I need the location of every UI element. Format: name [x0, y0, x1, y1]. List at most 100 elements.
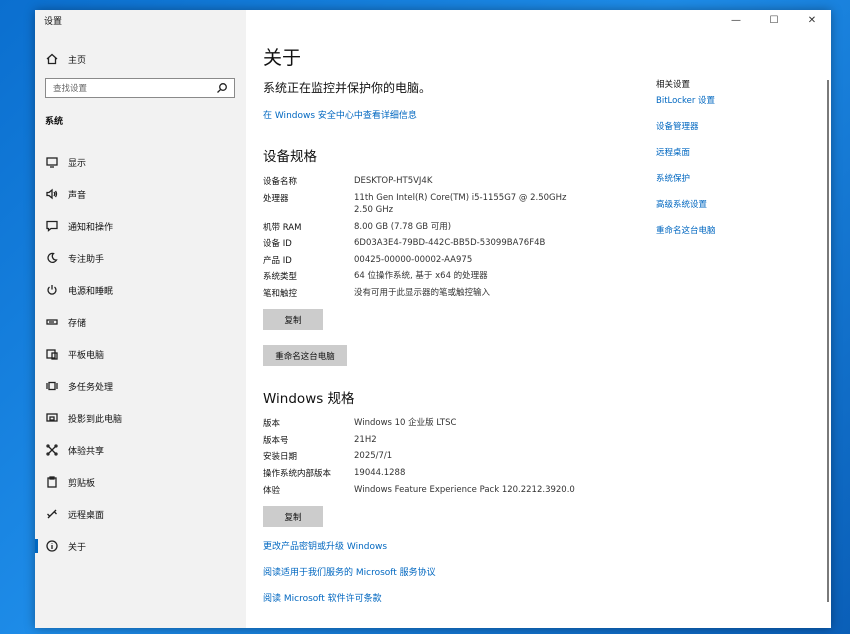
windows-specs-heading: Windows 规格 [263, 391, 355, 407]
copy-device-specs-button[interactable]: 复制 [263, 309, 323, 330]
search-input[interactable]: 查找设置 [45, 78, 235, 98]
license-terms-link[interactable]: 阅读 Microsoft 软件许可条款 [263, 591, 382, 604]
spec-value: 19044.1288 [354, 468, 406, 478]
sidebar-item-project[interactable]: 投影到此电脑 [35, 402, 246, 434]
sidebar-item-label: 通知和操作 [68, 222, 114, 233]
power-icon [45, 283, 59, 297]
spec-key: 版本号 [263, 436, 289, 446]
spec-key: 产品 ID [263, 256, 292, 266]
sidebar-item-label: 多任务处理 [68, 382, 114, 393]
search-placeholder: 查找设置 [53, 84, 88, 94]
rename-pc-button[interactable]: 重命名这台电脑 [263, 345, 347, 366]
maximize-button[interactable]: ☐ [755, 10, 793, 30]
advanced-system-settings-link[interactable]: 高级系统设置 [656, 198, 707, 210]
settings-window: 设置 主页 查找设置 系统 显示 声音 通知和操作 专注助手 电源和睡眠 存储 … [35, 10, 831, 628]
sidebar-item-sound[interactable]: 声音 [35, 178, 246, 210]
spec-key: 版本 [263, 419, 281, 429]
sidebar-item-label: 平板电脑 [68, 350, 105, 361]
sidebar-item-label: 电源和睡眠 [68, 286, 114, 297]
close-button[interactable]: ✕ [793, 10, 831, 30]
spec-key: 操作系统内部版本 [263, 469, 332, 479]
window-controls: — ☐ ✕ [717, 10, 831, 30]
remote-desktop-link[interactable]: 远程桌面 [656, 146, 690, 158]
related-settings-heading: 相关设置 [656, 80, 691, 90]
display-icon [45, 155, 59, 169]
sidebar-item-label: 声音 [68, 190, 87, 201]
service-agreement-link[interactable]: 阅读适用于我们服务的 Microsoft 服务协议 [263, 565, 436, 578]
device-specs-heading: 设备规格 [263, 149, 317, 165]
sidebar-item-remote-desktop[interactable]: 远程桌面 [35, 498, 246, 530]
spec-key: 设备名称 [263, 177, 298, 187]
spec-key: 安装日期 [263, 452, 298, 462]
share-icon [45, 443, 59, 457]
sidebar-item-label: 投影到此电脑 [68, 414, 123, 425]
spec-value: 21H2 [354, 435, 377, 445]
sidebar-item-storage[interactable]: 存储 [35, 306, 246, 338]
change-product-key-link[interactable]: 更改产品密钥或升级 Windows [263, 539, 387, 552]
sidebar-item-label: 剪贴板 [68, 478, 96, 489]
moon-icon [45, 251, 59, 265]
minimize-button[interactable]: — [717, 10, 755, 30]
spec-key: 笔和触控 [263, 289, 298, 299]
notification-icon [45, 219, 59, 233]
sidebar-item-tablet[interactable]: 平板电脑 [35, 338, 246, 370]
spec-value: 2025/7/1 [354, 451, 393, 461]
sidebar-item-label: 专注助手 [68, 254, 105, 265]
spec-value: 6D03A3E4-79BD-442C-BB5D-53099BA76F4B [354, 238, 546, 248]
clipboard-icon [45, 475, 59, 489]
remote-icon [45, 507, 59, 521]
window-title: 设置 [44, 17, 63, 27]
sidebar-item-label: 存储 [68, 318, 87, 329]
search-icon[interactable] [215, 81, 229, 95]
sidebar-item-display[interactable]: 显示 [35, 146, 246, 178]
spec-key: 体验 [263, 486, 281, 496]
spec-value-line2: 2.50 GHz [354, 205, 394, 215]
spec-value: 8.00 GB (7.78 GB 可用) [354, 222, 452, 232]
spec-key: 设备 ID [263, 239, 292, 249]
page-title: 关于 [263, 47, 302, 69]
spec-value: 没有可用于此显示器的笔或触控输入 [354, 288, 491, 298]
spec-key: 系统类型 [263, 272, 298, 282]
sidebar-item-notifications[interactable]: 通知和操作 [35, 210, 246, 242]
bitlocker-settings-link[interactable]: BitLocker 设置 [656, 94, 715, 106]
sidebar-item-label: 关于 [68, 542, 87, 553]
home-icon [45, 52, 59, 66]
multitask-icon [45, 379, 59, 393]
spec-key: 处理器 [263, 194, 289, 204]
project-icon [45, 411, 59, 425]
spec-value: 00425-00000-00002-AA975 [354, 255, 473, 265]
sidebar-item-about[interactable]: 关于 [35, 530, 246, 562]
sound-icon [45, 187, 59, 201]
spec-value: 11th Gen Intel(R) Core(TM) i5-1155G7 @ 2… [354, 193, 567, 203]
spec-value: Windows 10 企业版 LTSC [354, 418, 457, 428]
main-content: 关于 系统正在监控并保护你的电脑。 在 Windows 安全中心中查看详细信息 … [263, 10, 663, 628]
sidebar-item-label: 体验共享 [68, 446, 105, 457]
sidebar-item-focus-assist[interactable]: 专注助手 [35, 242, 246, 274]
copy-windows-specs-button[interactable]: 复制 [263, 506, 323, 527]
security-center-link[interactable]: 在 Windows 安全中心中查看详细信息 [263, 108, 417, 121]
sidebar-item-multitasking[interactable]: 多任务处理 [35, 370, 246, 402]
spec-value: Windows Feature Experience Pack 120.2212… [354, 485, 575, 495]
info-icon [45, 539, 59, 553]
spec-value: DESKTOP-HT5VJ4K [354, 176, 433, 186]
spec-key: 机带 RAM [263, 223, 302, 233]
sidebar-section-label: 系统 [45, 117, 64, 127]
sidebar-nav: 显示 声音 通知和操作 专注助手 电源和睡眠 存储 平板电脑 多任务处理 投影到… [35, 146, 246, 562]
system-protection-link[interactable]: 系统保护 [656, 172, 690, 184]
device-manager-link[interactable]: 设备管理器 [656, 120, 699, 132]
spec-value: 64 位操作系统, 基于 x64 的处理器 [354, 271, 488, 281]
scrollbar[interactable] [827, 80, 829, 602]
storage-icon [45, 315, 59, 329]
sidebar-item-power-sleep[interactable]: 电源和睡眠 [35, 274, 246, 306]
rename-pc-link[interactable]: 重命名这台电脑 [656, 224, 716, 236]
sidebar-item-clipboard[interactable]: 剪贴板 [35, 466, 246, 498]
sidebar-item-label: 远程桌面 [68, 510, 105, 521]
nav-home-label: 主页 [68, 55, 87, 66]
tablet-icon [45, 347, 59, 361]
protection-status: 系统正在监控并保护你的电脑。 [263, 81, 432, 95]
sidebar: 设置 主页 查找设置 系统 显示 声音 通知和操作 专注助手 电源和睡眠 存储 … [35, 10, 246, 628]
nav-home[interactable]: 主页 [35, 48, 246, 70]
related-settings: 相关设置 BitLocker 设置 设备管理器 远程桌面 系统保护 高级系统设置… [656, 78, 816, 236]
sidebar-item-label: 显示 [68, 158, 87, 169]
sidebar-item-shared-experiences[interactable]: 体验共享 [35, 434, 246, 466]
